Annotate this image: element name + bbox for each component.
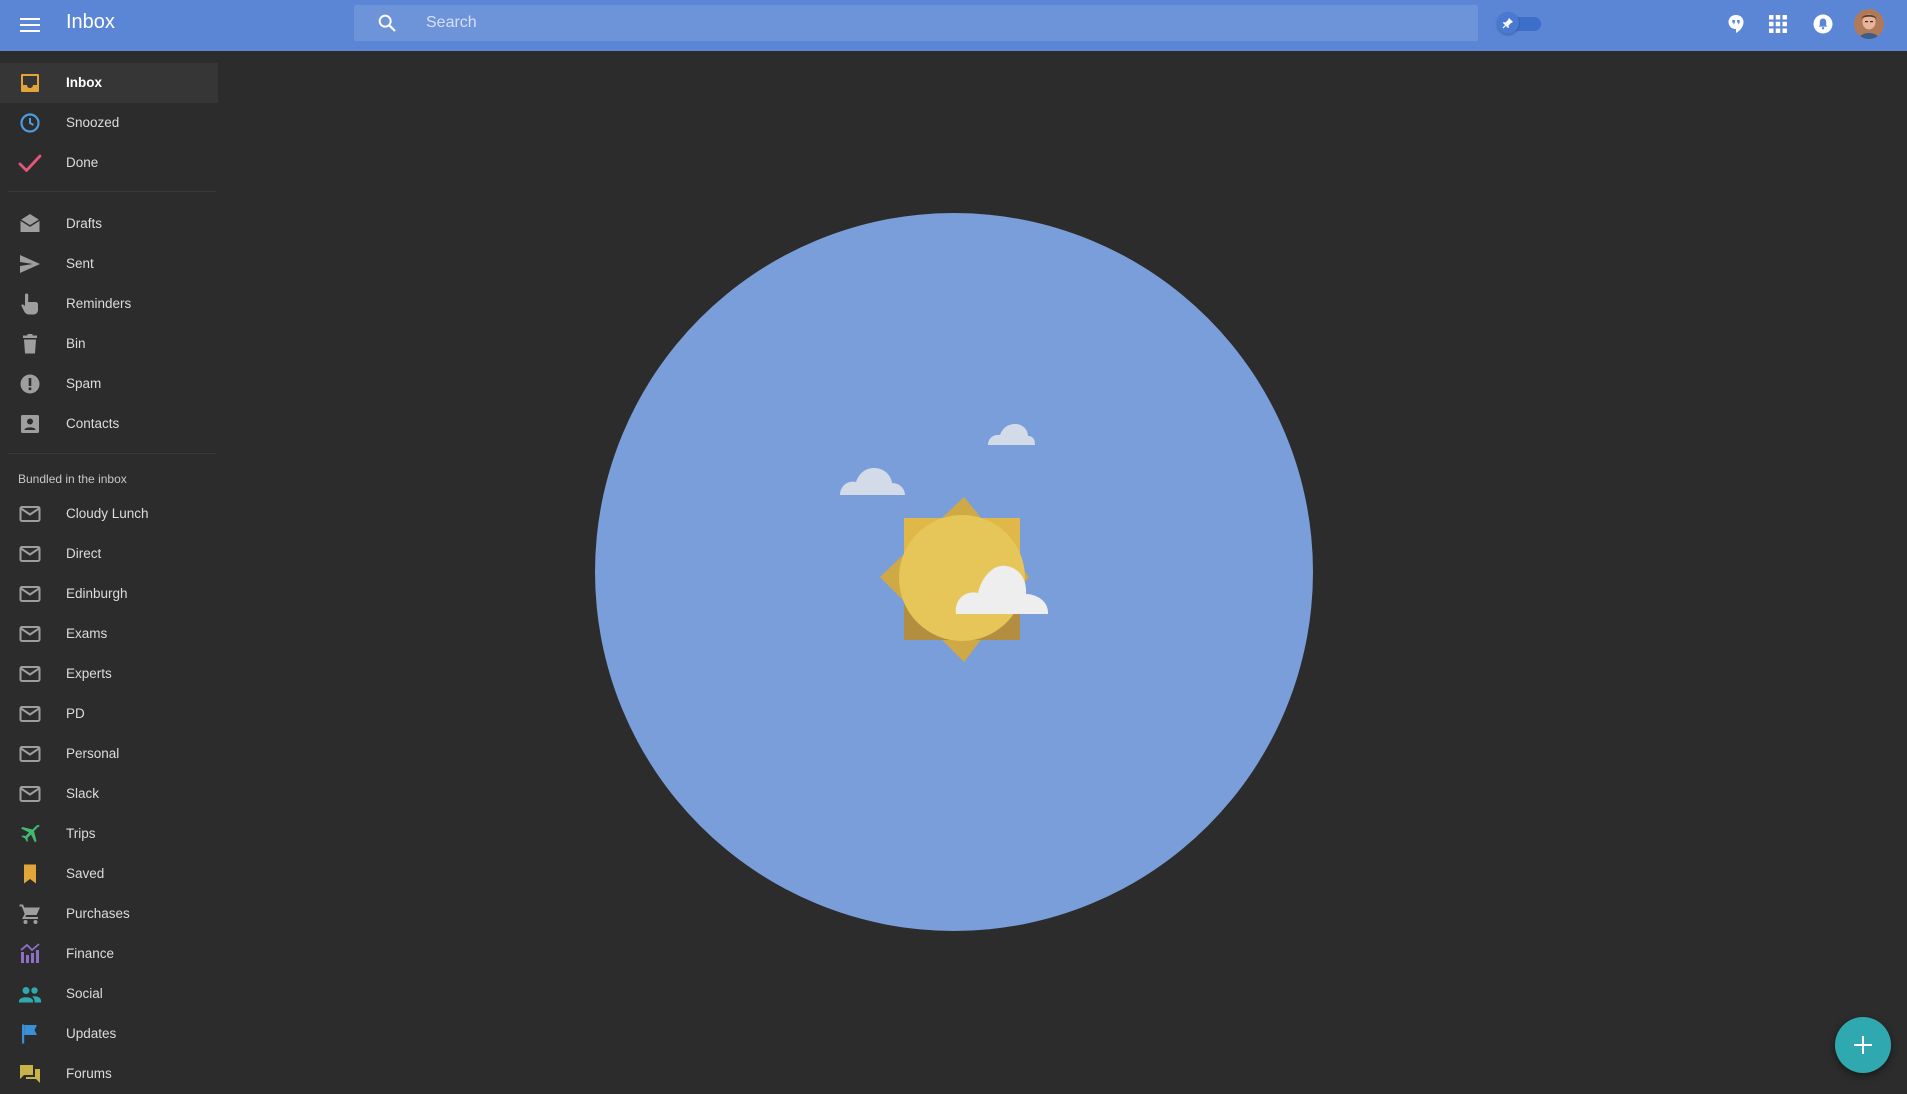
bookmark-icon	[18, 862, 42, 886]
sidebar-item-label: Exams	[66, 626, 108, 641]
sidebar-item-updates[interactable]: Updates	[0, 1014, 218, 1054]
sidebar-item-label: Slack	[66, 786, 100, 801]
sidebar-item-trips[interactable]: Trips	[0, 814, 218, 854]
sidebar-item-label: Experts	[66, 666, 112, 681]
top-bar: Inbox	[0, 0, 1907, 51]
sidebar-item-label: Saved	[66, 866, 105, 881]
inbox-icon	[18, 71, 42, 95]
trash-icon	[18, 332, 42, 356]
mail-icon	[18, 702, 42, 726]
flag-icon	[18, 1022, 42, 1046]
mail-icon	[18, 742, 42, 766]
menu-icon[interactable]	[18, 14, 42, 36]
search-input[interactable]	[426, 5, 1456, 41]
notifications-icon[interactable]	[1811, 12, 1835, 36]
sidebar-item-contacts[interactable]: Contacts	[0, 404, 218, 444]
compose-button[interactable]	[1835, 1017, 1891, 1073]
plus-icon	[1854, 1036, 1872, 1054]
sidebar-item-label: Sent	[66, 256, 94, 271]
sidebar-item-label: PD	[66, 706, 85, 721]
sidebar-item-snoozed[interactable]: Snoozed	[0, 103, 218, 143]
sidebar-item-label: Done	[66, 155, 99, 170]
sidebar-item-inbox[interactable]: Inbox	[0, 63, 218, 103]
mail-icon	[18, 662, 42, 686]
mail-icon	[18, 582, 42, 606]
finance-chart-icon	[18, 942, 42, 966]
sidebar-item-slack[interactable]: Slack	[0, 774, 218, 814]
sidebar-item-bin[interactable]: Bin	[0, 324, 218, 364]
sidebar-item-label: Direct	[66, 546, 102, 561]
spam-icon	[18, 372, 42, 396]
sidebar-item-spam[interactable]: Spam	[0, 364, 218, 404]
sidebar-item-done[interactable]: Done	[0, 143, 218, 183]
sidebar-item-label: Cloudy Lunch	[66, 506, 149, 521]
sidebar-item-drafts[interactable]: Drafts	[0, 204, 218, 244]
forum-icon	[18, 1062, 42, 1086]
bundles-heading: Bundled in the inbox	[18, 472, 127, 486]
apps-grid-icon[interactable]	[1766, 12, 1790, 36]
search-bar[interactable]	[354, 5, 1478, 41]
cart-icon	[18, 902, 42, 926]
reminder-hand-icon	[18, 292, 42, 316]
inbox-zero-illustration	[594, 212, 1314, 932]
sidebar: Inbox Snoozed Done Drafts Sent Reminders…	[0, 51, 218, 1086]
sidebar-item-label: Personal	[66, 746, 120, 761]
sidebar-item-personal[interactable]: Personal	[0, 734, 218, 774]
sidebar-item-label: Trips	[66, 826, 96, 841]
sidebar-item-forums[interactable]: Forums	[0, 1054, 218, 1094]
mail-icon	[18, 542, 42, 566]
sidebar-item-label: Reminders	[66, 296, 132, 311]
avatar[interactable]	[1854, 9, 1884, 39]
sidebar-item-label: Inbox	[66, 75, 102, 90]
mail-icon	[18, 622, 42, 646]
hangouts-icon[interactable]	[1724, 12, 1748, 36]
drafts-icon	[18, 212, 42, 236]
sidebar-item-label: Spam	[66, 376, 102, 391]
sidebar-item-sent[interactable]: Sent	[0, 244, 218, 284]
divider	[8, 453, 216, 454]
sidebar-item-label: Forums	[66, 1066, 112, 1081]
sidebar-item-pd[interactable]: PD	[0, 694, 218, 734]
sidebar-item-direct[interactable]: Direct	[0, 534, 218, 574]
mail-icon	[18, 782, 42, 806]
sidebar-item-label: Snoozed	[66, 115, 120, 130]
mail-icon	[18, 502, 42, 526]
sidebar-item-exams[interactable]: Exams	[0, 614, 218, 654]
sidebar-item-finance[interactable]: Finance	[0, 934, 218, 974]
sidebar-item-saved[interactable]: Saved	[0, 854, 218, 894]
sidebar-item-label: Drafts	[66, 216, 103, 231]
sidebar-item-reminders[interactable]: Reminders	[0, 284, 218, 324]
sidebar-item-label: Updates	[66, 1026, 117, 1041]
sidebar-item-label: Edinburgh	[66, 586, 128, 601]
people-icon	[18, 982, 42, 1006]
sidebar-item-label: Social	[66, 986, 103, 1001]
sidebar-item-purchases[interactable]: Purchases	[0, 894, 218, 934]
send-icon	[18, 252, 42, 276]
check-icon	[18, 151, 42, 175]
sidebar-item-cloudy-lunch[interactable]: Cloudy Lunch	[0, 494, 218, 534]
divider	[8, 191, 216, 192]
search-icon[interactable]	[376, 12, 398, 34]
plane-icon	[18, 822, 42, 846]
pinned-toggle[interactable]	[1497, 12, 1543, 34]
sidebar-item-social[interactable]: Social	[0, 974, 218, 1014]
sidebar-item-label: Finance	[66, 946, 115, 961]
sidebar-item-label: Bin	[66, 336, 86, 351]
contacts-icon	[18, 412, 42, 436]
clock-icon	[18, 111, 42, 135]
app-title: Inbox	[66, 11, 115, 33]
sidebar-item-edinburgh[interactable]: Edinburgh	[0, 574, 218, 614]
sidebar-item-experts[interactable]: Experts	[0, 654, 218, 694]
pin-icon	[1497, 12, 1519, 34]
sidebar-item-label: Contacts	[66, 416, 120, 431]
sidebar-item-label: Purchases	[66, 906, 130, 921]
